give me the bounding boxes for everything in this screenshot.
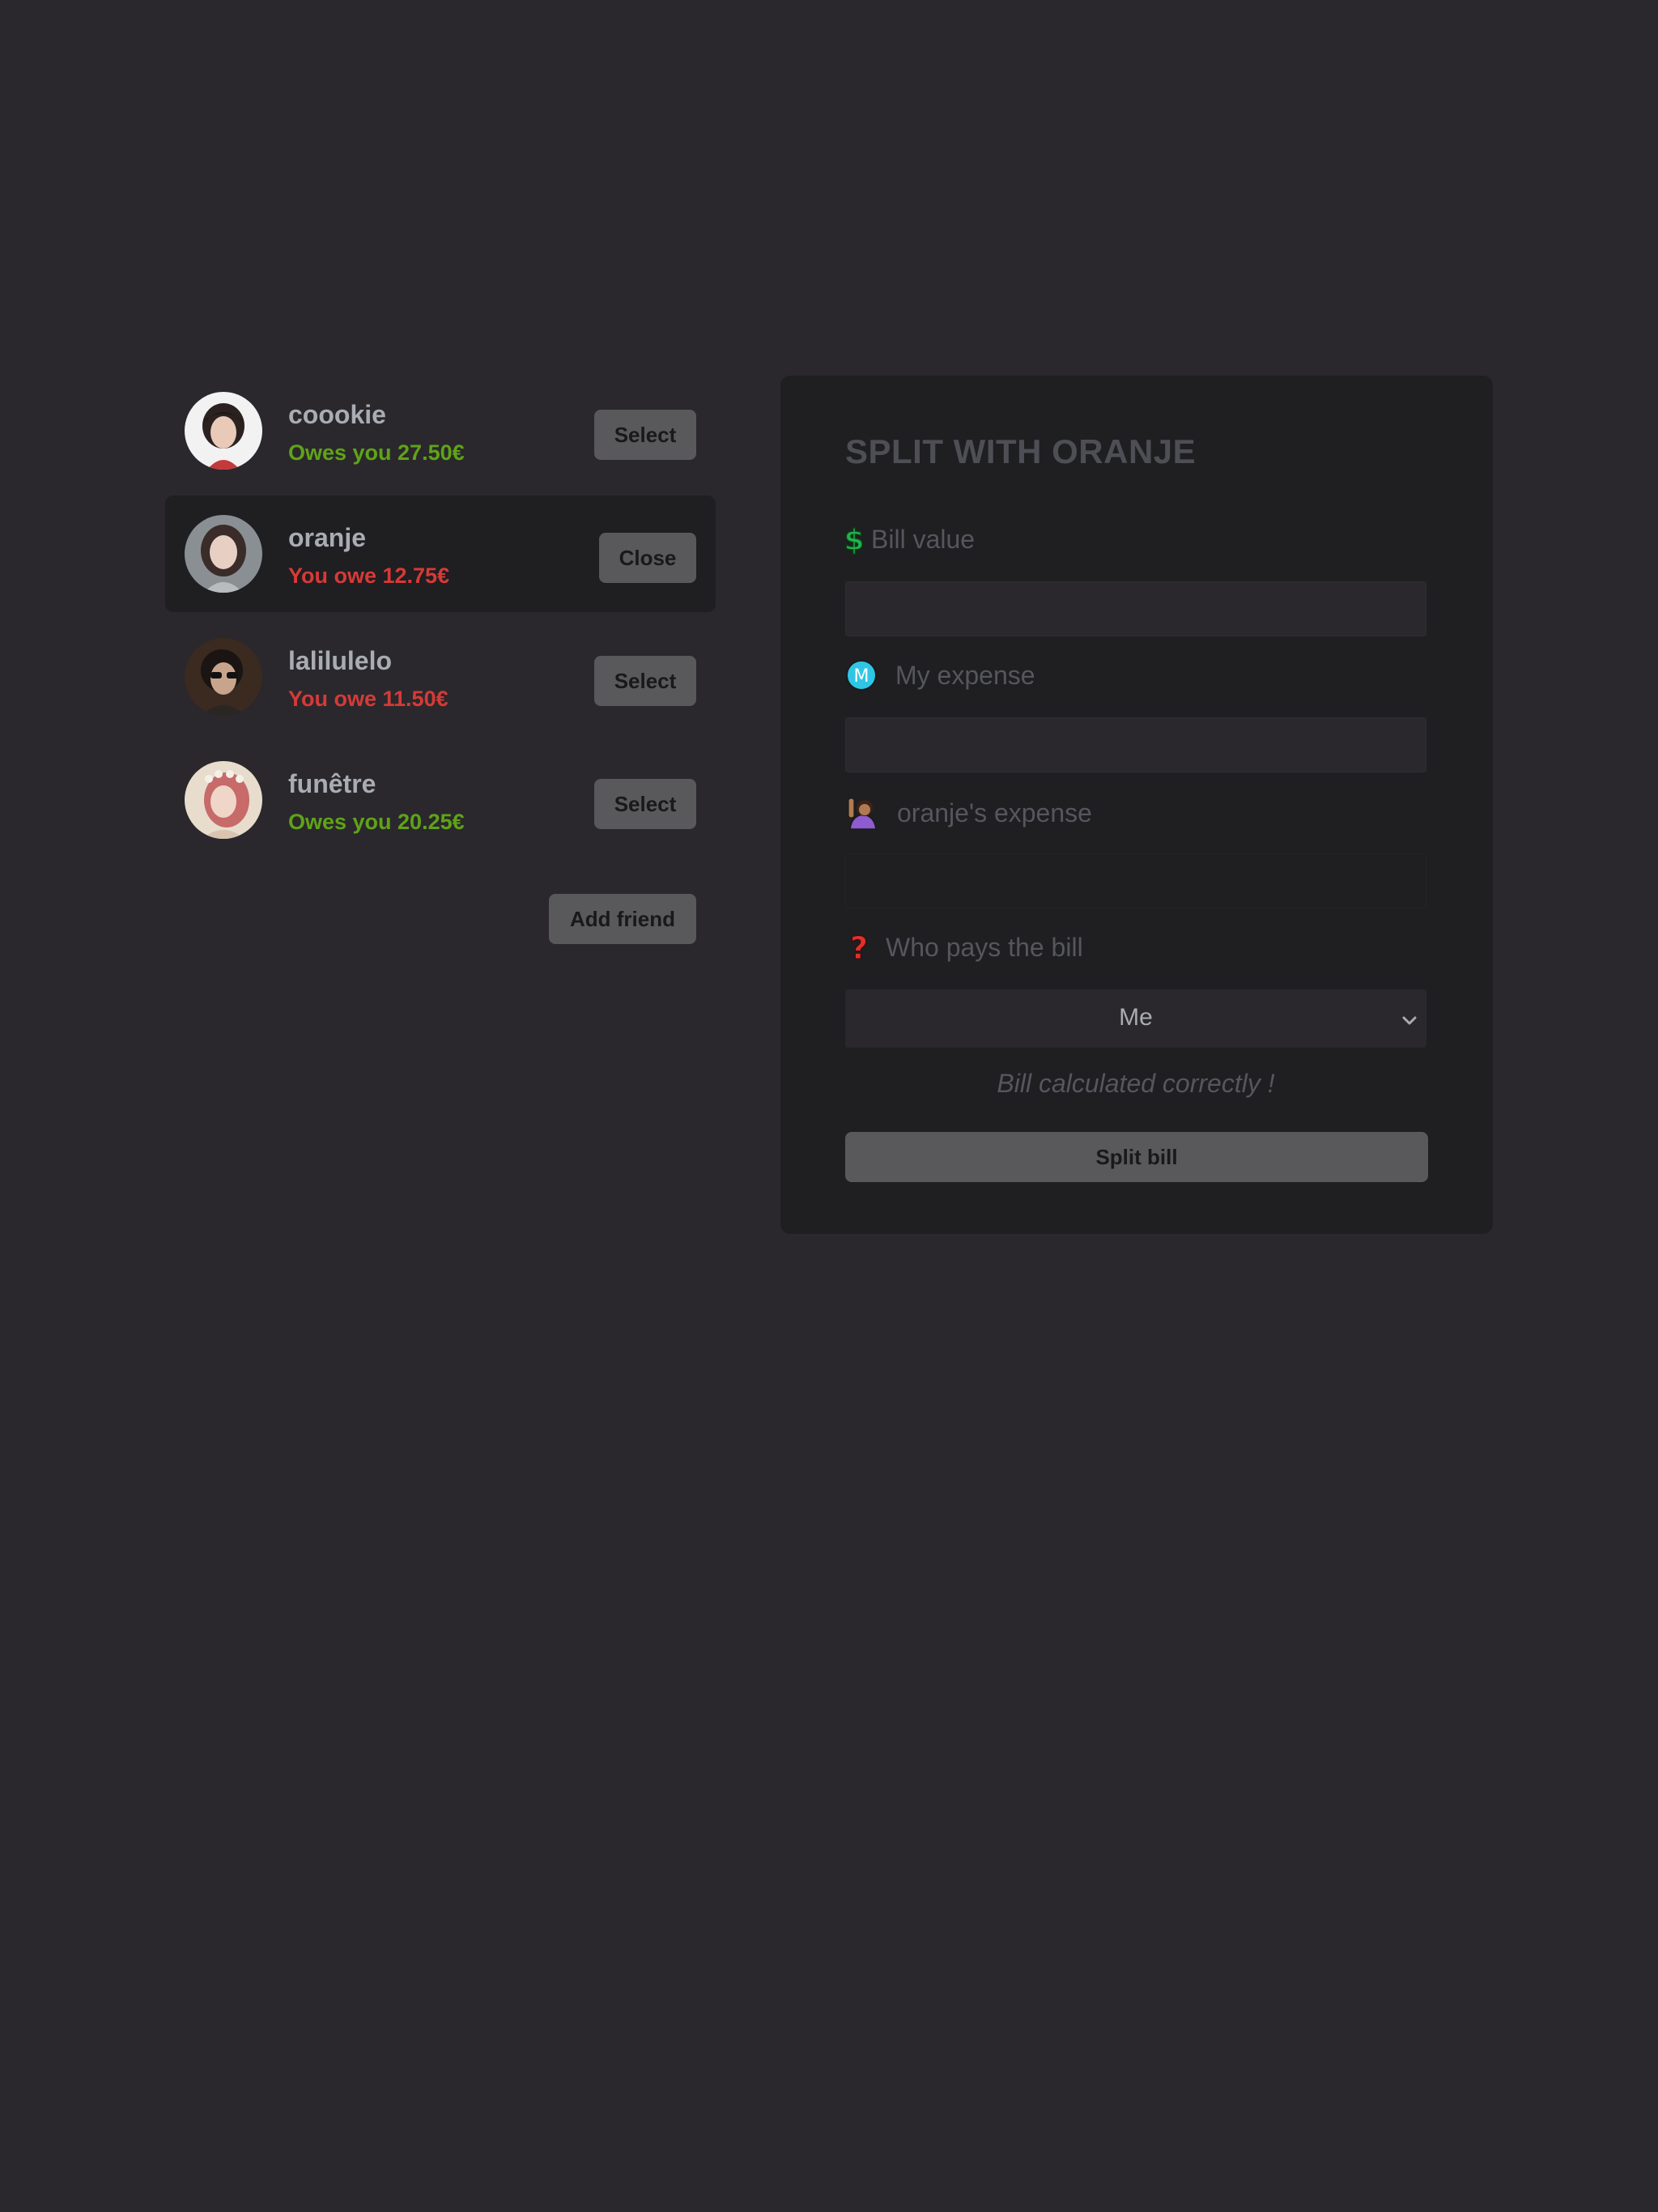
svg-text:$: $ <box>845 524 863 555</box>
avatar-image <box>185 392 262 470</box>
bill-value-label-text: Bill value <box>871 524 976 554</box>
friend-name: oranje <box>288 523 367 552</box>
friend-name: coookie <box>288 400 386 429</box>
dollar-icon: $ <box>845 523 863 555</box>
who-pays-label: ? Who pays the bill <box>845 931 1083 963</box>
question-mark-icon: ? <box>845 931 873 963</box>
add-friend-button[interactable]: Add friend <box>549 894 696 944</box>
select-button[interactable]: Select <box>594 779 696 829</box>
close-button[interactable]: Close <box>599 533 696 583</box>
split-bill-button[interactable]: Split bill <box>845 1132 1428 1182</box>
my-expense-label: M My expense <box>845 659 1035 691</box>
split-bill-form: SPLIT WITH ORANJE $ Bill value M My expe… <box>780 376 1493 1234</box>
friend-expense-label-text: oranje's expense <box>897 798 1092 827</box>
m-circle-icon: M <box>845 659 878 691</box>
select-button[interactable]: Select <box>594 410 696 460</box>
friend-name: lalilulelo <box>288 646 393 675</box>
chevron-down-icon <box>1401 1009 1418 1036</box>
avatar-image <box>185 638 262 716</box>
my-expense-input[interactable] <box>845 717 1426 772</box>
person-raising-hand-icon <box>845 795 881 831</box>
friend-item-oranje: oranje You owe 12.75€ Close <box>165 496 716 612</box>
friend-balance: You owe 12.75€ <box>288 564 450 588</box>
status-message: Bill calculated correctly ! <box>997 1069 1275 1098</box>
friend-name: funêtre <box>288 769 376 798</box>
select-button[interactable]: Select <box>594 656 696 706</box>
friend-item-coookie: coookie Owes you 27.50€ Select <box>165 372 716 489</box>
friend-expense-label: oranje's expense <box>845 795 1092 831</box>
friend-balance: You owe 11.50€ <box>288 687 449 711</box>
friends-list: coookie Owes you 27.50€ Select oranje Yo… <box>165 372 716 865</box>
payer-select-value: Me <box>1119 1004 1153 1031</box>
friend-item-lalilulelo: lalilulelo You owe 11.50€ Select <box>165 619 716 735</box>
avatar <box>185 638 262 716</box>
avatar-image <box>185 761 262 839</box>
svg-text:?: ? <box>850 931 868 963</box>
friend-expense-input <box>845 853 1426 908</box>
svg-text:M: M <box>854 666 869 687</box>
avatar <box>185 392 262 470</box>
avatar <box>185 515 262 593</box>
avatar <box>185 761 262 839</box>
bill-value-label: $ Bill value <box>845 523 975 555</box>
friend-item-funetre: funêtre Owes you 20.25€ Select <box>165 742 716 858</box>
avatar-image <box>185 515 262 593</box>
friend-balance: Owes you 27.50€ <box>288 440 465 465</box>
payer-select[interactable]: Me <box>845 989 1426 1048</box>
who-pays-label-text: Who pays the bill <box>886 932 1083 962</box>
form-title: SPLIT WITH ORANJE <box>845 432 1197 470</box>
bill-value-input[interactable] <box>845 581 1426 636</box>
my-expense-label-text: My expense <box>895 660 1035 690</box>
friend-balance: Owes you 20.25€ <box>288 810 465 834</box>
